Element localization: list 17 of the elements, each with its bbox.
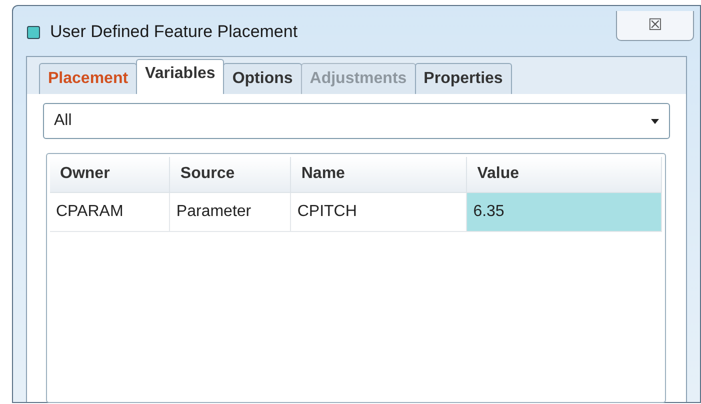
column-header[interactable]: Owner bbox=[50, 157, 170, 192]
table-cell[interactable]: CPARAM bbox=[50, 192, 170, 231]
table-cell[interactable]: CPITCH bbox=[290, 192, 467, 231]
column-header[interactable]: Source bbox=[170, 157, 291, 192]
tab[interactable]: Variables bbox=[136, 59, 224, 94]
dropdown-arrow-icon bbox=[651, 118, 659, 124]
column-header[interactable]: Name bbox=[290, 157, 467, 192]
column-header[interactable]: Value bbox=[466, 157, 662, 192]
table-cell[interactable]: 6.35 bbox=[466, 192, 662, 231]
window-title: User Defined Feature Placement bbox=[50, 21, 298, 44]
app-icon bbox=[27, 26, 40, 38]
tab[interactable]: Properties bbox=[414, 63, 512, 94]
tab[interactable]: Options bbox=[223, 63, 302, 94]
dropdown-value: All bbox=[54, 111, 72, 131]
close-button[interactable]: ☒ bbox=[616, 11, 694, 41]
filter-dropdown[interactable]: All bbox=[43, 103, 670, 139]
table-cell[interactable]: Parameter bbox=[170, 192, 291, 231]
